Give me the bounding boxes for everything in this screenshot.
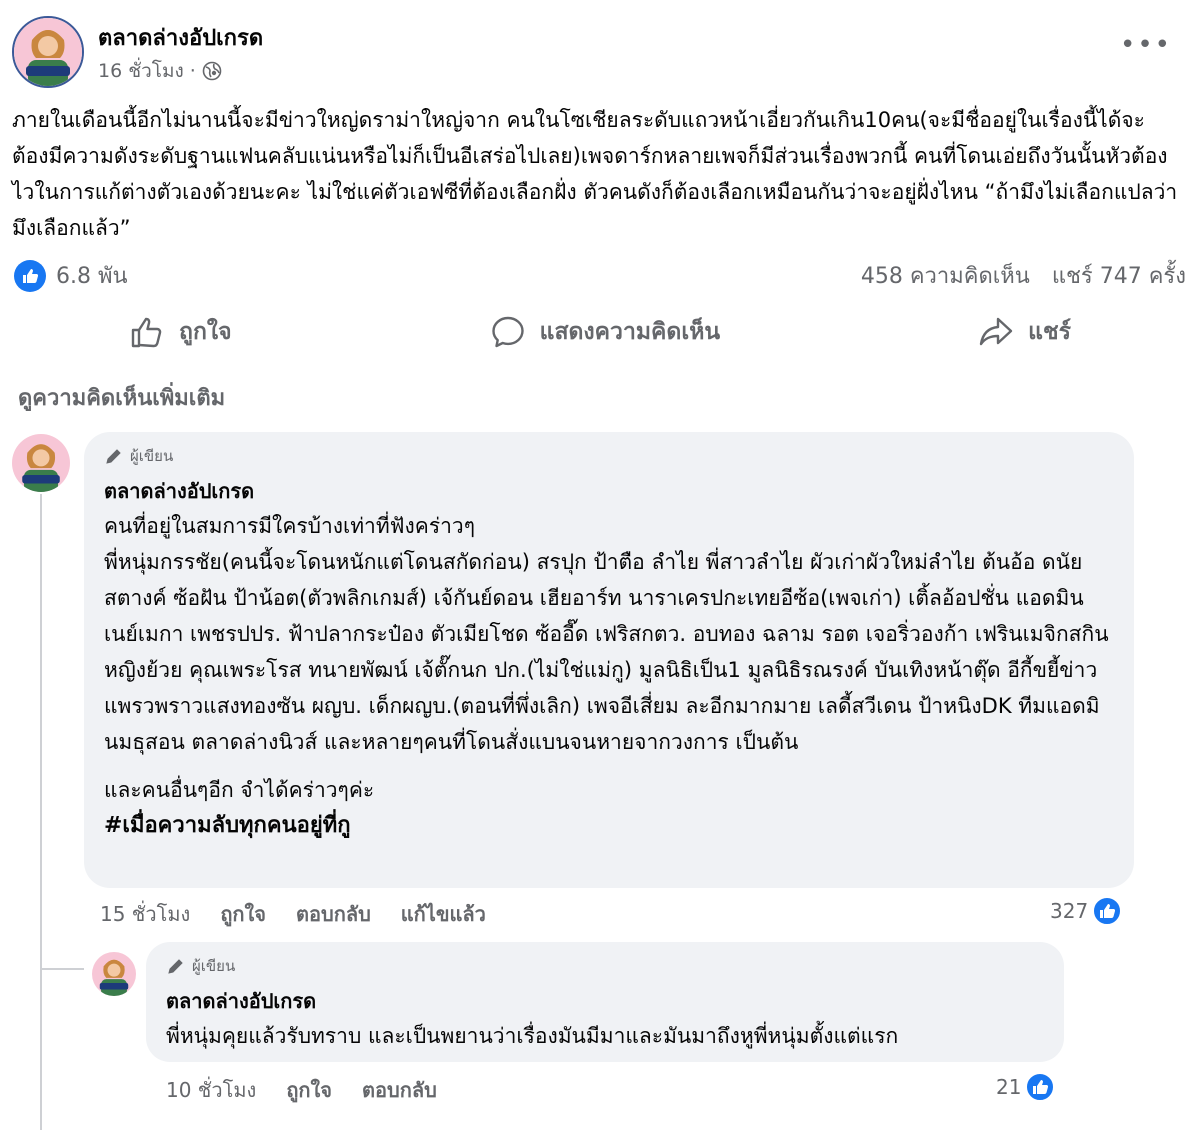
like-summary[interactable]: 6.8 พัน — [14, 258, 128, 293]
reply-avatar[interactable] — [92, 952, 136, 996]
pencil-icon — [106, 449, 121, 464]
thread-branch — [40, 930, 42, 970]
comment-text: คนที่อยู่ในสมการมีใครบ้างเท่าที่ฟังคร่าว… — [104, 508, 1114, 844]
comment-reply-button[interactable]: ตอบกลับ — [296, 898, 371, 930]
author-badge-label: ผู้เขียน — [130, 447, 174, 465]
comment-bubble-icon — [491, 316, 524, 348]
post-meta: 16 ชั่วโมง · — [98, 56, 222, 86]
share-button-label: แชร์ — [1028, 319, 1071, 345]
thread-branch-horizontal — [40, 968, 84, 970]
reply-actions: 10 ชั่วโมง ถูกใจ ตอบกลับ — [166, 1074, 437, 1106]
meta-separator: · — [189, 60, 196, 82]
author-badge: ผู้เขียน — [166, 954, 1044, 978]
like-count: 6.8 พัน — [56, 264, 128, 289]
reply-bubble: ผู้เขียน ตลาดล่างอัปเกรด พี่หนุ่มคุยแล้ว… — [146, 942, 1064, 1062]
post-action-bar: ถูกใจ แสดงความคิดเห็น แชร์ — [0, 306, 1200, 358]
comment-bubble: ผู้เขียน ตลาดล่างอัปเกรด คนที่อยู่ในสมกา… — [84, 432, 1134, 888]
like-reaction-icon — [1092, 896, 1123, 926]
page-avatar[interactable] — [12, 16, 84, 88]
author-badge-label: ผู้เขียน — [192, 957, 236, 975]
share-count[interactable]: แชร์ 747 ครั้ง — [1052, 258, 1186, 293]
comment-edited-label[interactable]: แก้ไขแล้ว — [401, 898, 486, 930]
hashtag-link[interactable]: #เมื่อความลับทุกคนอยู่ที่กู — [104, 808, 1114, 844]
comment-line: พี่หนุ่มกรรชัย(คนนี้จะโดนหนักแต่โดนสกัดก… — [104, 550, 1109, 754]
comment-reaction-number: 327 — [1050, 899, 1089, 923]
comment-line: คนที่อยู่ในสมการมีใครบ้างเท่าที่ฟังคร่าว… — [104, 514, 475, 538]
commenter-avatar[interactable] — [12, 434, 70, 492]
more-options-button[interactable]: ••• — [1120, 30, 1172, 60]
comment-author-name[interactable]: ตลาดล่างอัปเกรด — [104, 478, 1114, 504]
reply-like-button[interactable]: ถูกใจ — [286, 1074, 332, 1106]
reply-reaction-number: 21 — [996, 1075, 1022, 1099]
comment-button[interactable]: แสดงความคิดเห็น — [490, 314, 720, 350]
comment-button-label: แสดงความคิดเห็น — [539, 319, 721, 345]
reply-reply-button[interactable]: ตอบกลับ — [362, 1074, 437, 1106]
pencil-icon — [168, 959, 183, 974]
reply-time[interactable]: 10 ชั่วโมง — [166, 1074, 256, 1106]
share-button[interactable]: แชร์ — [978, 314, 1071, 350]
like-button-label: ถูกใจ — [179, 319, 232, 345]
like-reaction-icon — [14, 259, 46, 292]
like-button[interactable]: ถูกใจ — [129, 314, 232, 350]
like-reaction-icon — [1025, 1072, 1056, 1102]
post-time[interactable]: 16 ชั่วโมง — [98, 56, 184, 86]
view-more-comments-link[interactable]: ดูความคิดเห็นเพิ่มเติม — [18, 380, 225, 415]
comment-line: และคนอื่นๆอีก จำได้คร่าวๆค่ะ — [104, 778, 375, 802]
comment-actions: 15 ชั่วโมง ถูกใจ ตอบกลับ แก้ไขแล้ว — [100, 898, 486, 930]
thread-line — [40, 494, 42, 1130]
reply-text: พี่หนุ่มคุยแล้วรับทราบ และเป็นพยานว่าเรื… — [166, 1024, 899, 1048]
post-text: ภายในเดือนนี้อีกไม่นานนี้จะมีข่าวใหญ่ดรา… — [12, 108, 1178, 240]
post-author-name[interactable]: ตลาดล่างอัปเกรด — [98, 20, 263, 55]
engagement-stats: 458 ความคิดเห็น แชร์ 747 ครั้ง — [861, 258, 1186, 293]
comment-reaction-count[interactable]: 327 — [1050, 896, 1123, 926]
comment-like-button[interactable]: ถูกใจ — [220, 898, 266, 930]
reaction-summary: 6.8 พัน 458 ความคิดเห็น แชร์ 747 ครั้ง — [14, 256, 1186, 296]
comment-count[interactable]: 458 ความคิดเห็น — [861, 258, 1030, 293]
reply-reaction-count[interactable]: 21 — [996, 1072, 1056, 1102]
reply-author-name[interactable]: ตลาดล่างอัปเกรด — [166, 988, 1044, 1014]
comment-time[interactable]: 15 ชั่วโมง — [100, 898, 190, 930]
author-badge: ผู้เขียน — [104, 444, 1114, 468]
share-arrow-icon — [979, 317, 1013, 346]
thumbs-up-icon — [131, 317, 162, 348]
globe-icon — [202, 61, 222, 81]
